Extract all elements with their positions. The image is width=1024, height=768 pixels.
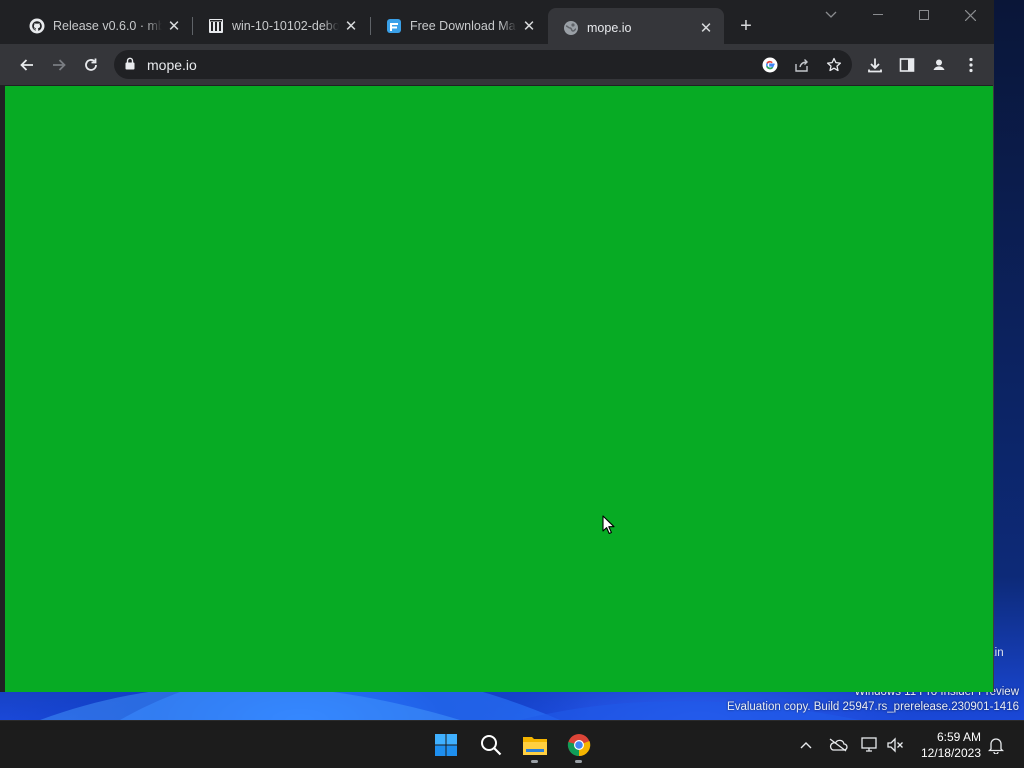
volume-muted-icon[interactable] [885, 735, 905, 755]
back-arrow-icon [20, 59, 33, 71]
downloads-button[interactable] [862, 52, 888, 78]
browser-toolbar: mope.io [0, 44, 994, 85]
search-icon [481, 735, 502, 756]
archive-icon [208, 18, 224, 34]
page-content-canvas[interactable] [5, 86, 993, 692]
mouse-cursor-icon [602, 515, 615, 540]
close-tab-icon[interactable]: ✕ [698, 20, 714, 37]
menu-button[interactable] [958, 52, 984, 78]
address-bar[interactable]: mope.io [114, 50, 852, 79]
running-indicator [575, 760, 582, 763]
tab-title: Release v0.6.0 · mbrlabs [53, 19, 162, 33]
search-button[interactable] [473, 728, 509, 762]
file-explorer-icon [523, 737, 547, 755]
github-icon [29, 18, 45, 34]
minimize-icon[interactable] [855, 0, 901, 30]
tab-release[interactable]: Release v0.6.0 · mbrlabs ✕ [14, 8, 192, 44]
url-text[interactable]: mope.io [147, 57, 197, 73]
watermark-build: Evaluation copy. Build 25947.rs_prerelea… [727, 701, 1019, 713]
close-tab-icon[interactable]: ✕ [343, 18, 359, 35]
close-window-icon[interactable] [947, 0, 993, 30]
maximize-icon[interactable] [901, 0, 947, 30]
clock-time: 6:59 AM [936, 730, 981, 744]
tab-fdm[interactable]: Free Download Manager ✕ [371, 8, 547, 44]
tab-win10[interactable]: win-10-10102-debomd ✕ [193, 8, 369, 44]
side-panel-icon [899, 58, 915, 72]
tab-title: Free Download Manager [410, 19, 517, 33]
network-icon[interactable] [860, 735, 880, 755]
share-icon[interactable] [791, 54, 813, 76]
reload-button[interactable] [78, 52, 104, 78]
file-explorer-button[interactable] [517, 728, 553, 763]
running-indicator [531, 760, 538, 763]
forward-arrow-icon [53, 59, 66, 71]
globe-icon [563, 20, 579, 36]
lock-icon[interactable] [125, 57, 135, 75]
chrome-taskbar-button[interactable] [561, 728, 597, 763]
bookmark-star-icon[interactable] [823, 54, 845, 76]
onedrive-offline-icon[interactable] [828, 735, 848, 755]
close-tab-icon[interactable]: ✕ [521, 18, 537, 35]
forward-button[interactable] [46, 52, 72, 78]
start-icon [435, 734, 457, 756]
start-button[interactable] [428, 728, 464, 762]
notification-bell-icon[interactable] [986, 735, 1006, 755]
clock-date: 12/18/2023 [920, 746, 981, 760]
close-tab-icon[interactable]: ✕ [166, 18, 182, 35]
chrome-icon [567, 734, 591, 757]
tab-title: mope.io [587, 21, 632, 35]
profile-icon [930, 56, 948, 74]
profile-button[interactable] [926, 52, 952, 78]
download-icon [868, 58, 882, 73]
reload-icon [85, 58, 97, 71]
fdm-icon [386, 18, 402, 34]
new-tab-button[interactable]: + [734, 14, 758, 38]
tab-title: win-10-10102-debomd [232, 19, 339, 33]
tab-search-icon[interactable] [808, 0, 854, 30]
taskbar: 6:59 AM 12/18/2023 [0, 720, 1024, 768]
tab-strip: Release v0.6.0 · mbrlabs ✕ win-10-10102-… [0, 0, 994, 48]
browser-window: Release v0.6.0 · mbrlabs ✕ win-10-10102-… [0, 0, 994, 692]
show-hidden-icons-icon[interactable] [796, 735, 816, 755]
tab-mope[interactable]: mope.io ✕ [548, 8, 724, 48]
google-lens-icon[interactable] [759, 54, 781, 76]
back-button[interactable] [14, 52, 40, 78]
clock[interactable]: 6:59 AM 12/18/2023 [921, 729, 981, 761]
more-vert-icon [969, 57, 973, 73]
side-panel-button[interactable] [894, 52, 920, 78]
